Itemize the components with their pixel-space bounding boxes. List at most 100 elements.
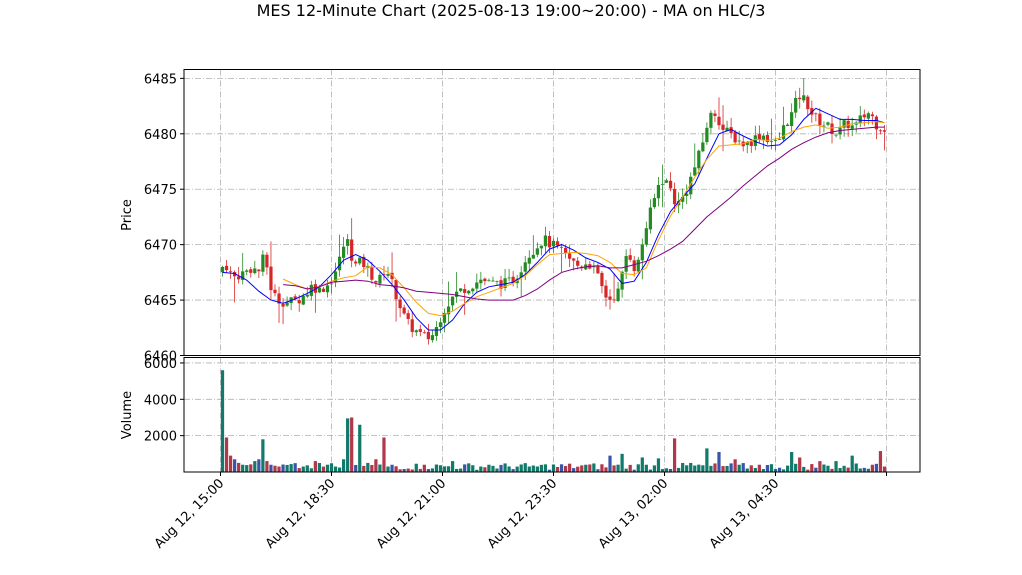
candle	[253, 260, 257, 275]
candle	[446, 281, 451, 323]
volume-bar	[329, 463, 334, 472]
volume-bar	[628, 464, 632, 472]
volume-bar	[358, 424, 362, 472]
candle	[455, 272, 459, 303]
volume-bar	[309, 468, 313, 472]
candle-body	[713, 113, 717, 116]
volume-bar	[672, 438, 677, 472]
candle-body	[402, 307, 406, 314]
candle	[862, 109, 866, 127]
volume-bar	[293, 463, 297, 472]
candle-body	[463, 289, 467, 293]
volume-bar	[297, 468, 301, 472]
volume-bar	[636, 464, 640, 472]
volume-bar	[882, 466, 887, 472]
volume-bar	[737, 464, 741, 472]
volume-bar	[838, 468, 842, 472]
candle-body	[261, 254, 265, 272]
candle-body	[269, 266, 273, 291]
candle	[668, 172, 673, 192]
candle-body	[220, 266, 225, 273]
candle	[398, 296, 402, 318]
candle-body	[555, 241, 560, 246]
candle	[418, 324, 422, 337]
candle	[527, 250, 531, 271]
candle-body	[527, 257, 531, 264]
candle-body	[628, 255, 632, 260]
candle	[245, 268, 249, 276]
candle-body	[418, 329, 422, 332]
volume-bar	[362, 465, 366, 472]
volume-bar	[559, 464, 564, 472]
candle	[640, 238, 644, 280]
volume-bar	[644, 464, 648, 472]
candle	[269, 241, 273, 300]
candle-body	[806, 96, 810, 110]
volume-bar	[430, 468, 435, 472]
candle-body	[386, 274, 390, 276]
volume-bar	[725, 465, 729, 472]
candle	[842, 119, 846, 137]
volume-bar	[600, 464, 604, 472]
volume-bar	[834, 461, 838, 472]
candle-body	[769, 140, 774, 142]
candle-body	[228, 271, 233, 273]
volume-bar	[370, 464, 374, 472]
candle-body	[749, 141, 753, 146]
volume-bar	[757, 464, 761, 472]
candle	[592, 261, 596, 274]
candle-body	[491, 280, 495, 282]
candle-body	[438, 322, 443, 328]
x-tick-label: Aug 12, 15:00	[152, 476, 228, 552]
candle-body	[818, 113, 822, 126]
candle	[438, 317, 443, 334]
volume-bar	[741, 463, 745, 472]
candle-body	[321, 288, 326, 292]
candle-body	[455, 291, 459, 297]
volume-bar	[818, 461, 822, 472]
candle	[503, 268, 507, 291]
candle-body	[624, 256, 628, 272]
candle	[721, 105, 725, 152]
price-panel: 646064656470647564806485 Price	[120, 69, 921, 365]
volume-bar	[640, 457, 644, 472]
volume-bar	[798, 457, 802, 472]
volume-bar	[568, 463, 572, 472]
candle	[551, 238, 556, 253]
volume-bar	[467, 463, 471, 472]
candle	[806, 94, 810, 117]
candle-body	[777, 138, 782, 140]
volume-bar	[233, 459, 237, 472]
candle-body	[483, 278, 487, 282]
candle	[281, 298, 285, 325]
candle	[426, 323, 430, 345]
price-tick-label: 6480	[144, 128, 177, 143]
volume-bar	[277, 466, 281, 472]
candle-body	[737, 140, 741, 142]
candle	[402, 304, 406, 315]
candle-body	[858, 115, 862, 124]
candle	[354, 259, 358, 267]
volume-bar	[693, 465, 697, 472]
candle-body	[378, 274, 382, 284]
volume-bar	[241, 464, 245, 472]
volume-bar	[434, 464, 439, 472]
candle	[612, 273, 616, 304]
volume-bar	[305, 465, 309, 472]
candle-body	[636, 259, 640, 272]
volume-bar	[281, 464, 285, 472]
candle-body	[608, 296, 612, 300]
volume-bar	[717, 452, 721, 472]
volume-bar	[265, 461, 269, 472]
candle	[757, 125, 761, 144]
candle-body	[790, 112, 794, 127]
volume-bar	[850, 455, 854, 472]
candle-body	[487, 280, 491, 282]
volume-bar	[810, 464, 814, 472]
candle	[584, 257, 588, 271]
volume-bar	[572, 468, 576, 472]
candle-body	[850, 125, 854, 129]
candle-body	[358, 257, 362, 264]
volume-bar	[822, 464, 826, 472]
candle-body	[834, 134, 838, 136]
